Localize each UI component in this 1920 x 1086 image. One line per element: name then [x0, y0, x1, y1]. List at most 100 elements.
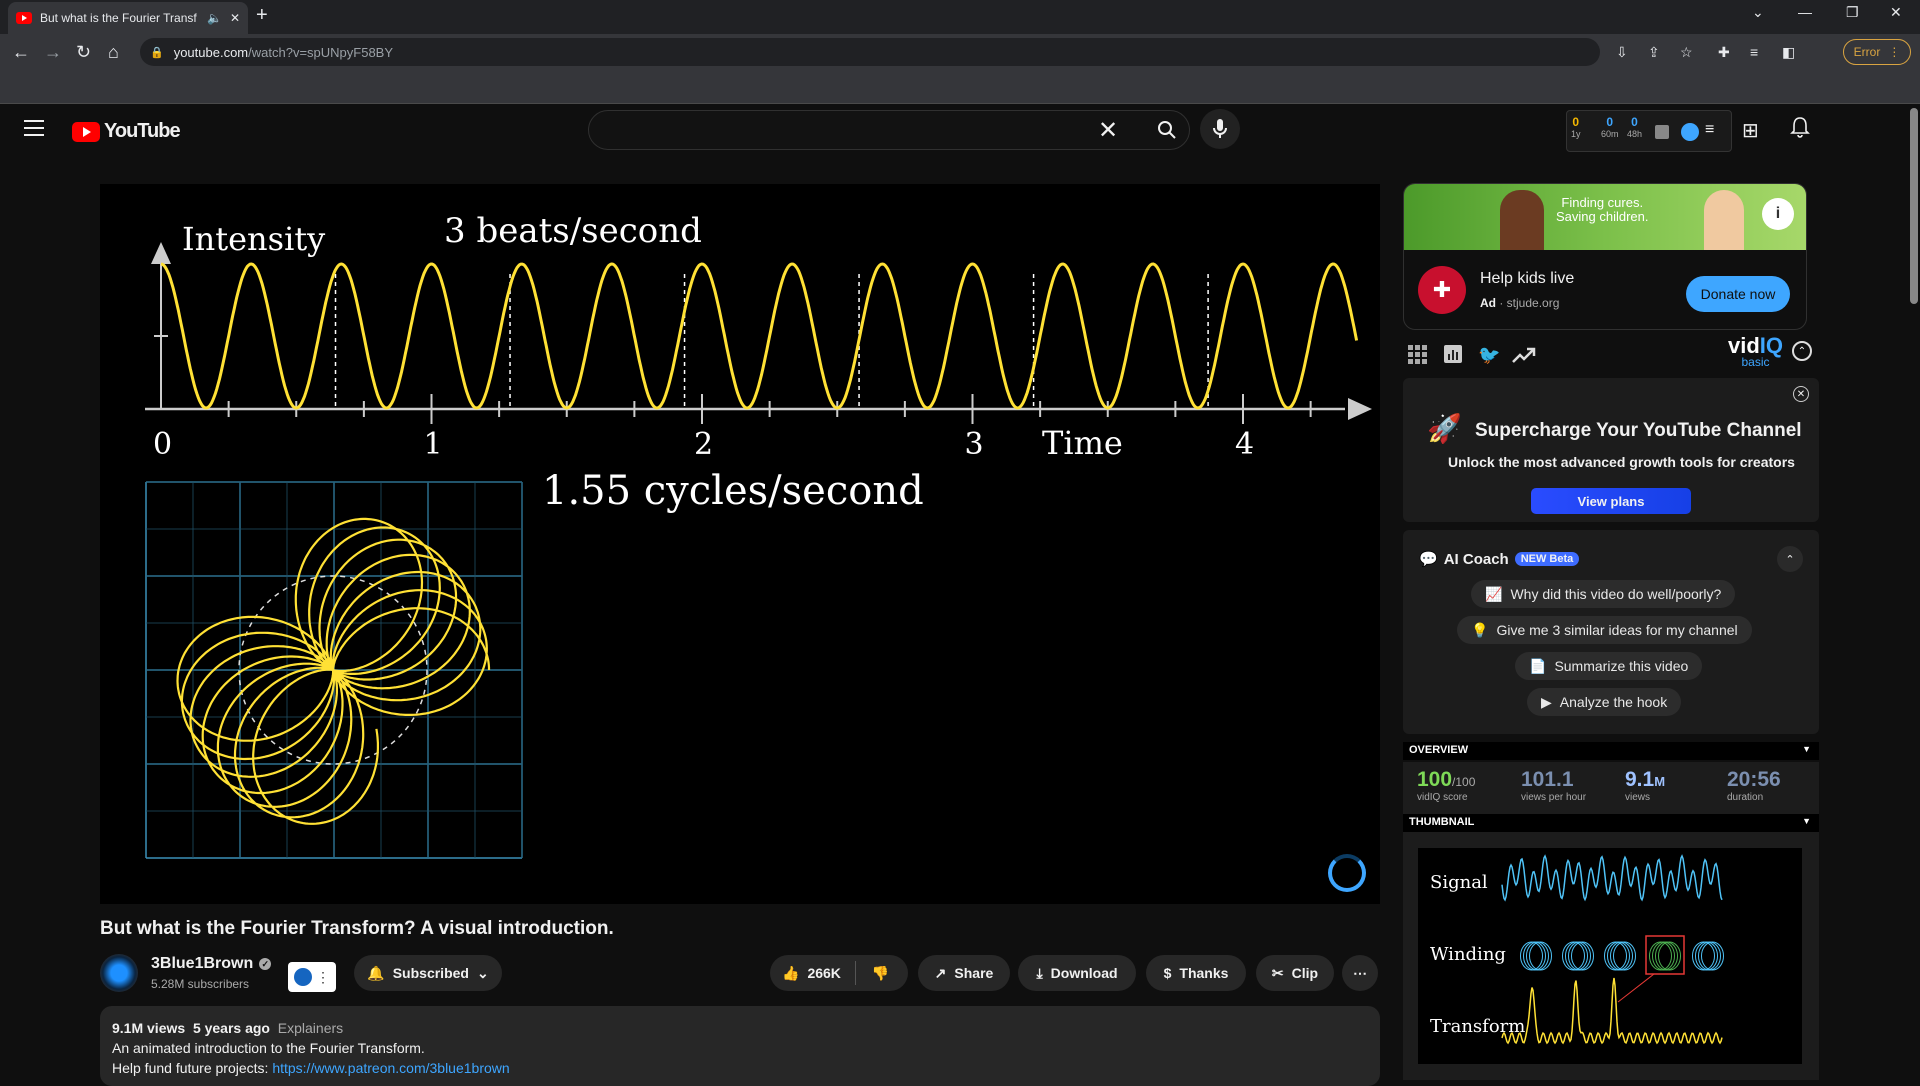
youtube-logo[interactable]: YouTube — [72, 120, 181, 143]
donate-now-button[interactable]: Donate now — [1686, 276, 1790, 312]
ai-coach-header: 💬 AI Coach NEW Beta — [1419, 550, 1580, 568]
category-tag[interactable]: Explainers — [278, 1020, 343, 1036]
voice-search-button[interactable] — [1200, 109, 1240, 149]
vidiq-logo[interactable]: vidIQ basic — [1728, 335, 1783, 370]
thumb-winding-icons — [1520, 941, 1724, 971]
browser-tab-bar — [0, 0, 1920, 34]
bookmark-star-icon[interactable]: ☆ — [1680, 44, 1693, 61]
more-actions-button[interactable]: ⋯ — [1342, 955, 1378, 991]
verified-icon: ✓ — [259, 958, 272, 970]
intensity-label: Intensity — [182, 220, 325, 258]
search-button[interactable] — [1142, 112, 1192, 148]
collapse-triangle-icon: ▼ — [1802, 816, 1811, 826]
install-icon[interactable]: ⇩ — [1616, 44, 1628, 61]
tab-search-icon[interactable]: ⌄ — [1752, 4, 1764, 21]
description-box[interactable]: 9.1M views 5 years ago Explainers An ani… — [100, 1006, 1380, 1086]
clip-button[interactable]: ✂ Clip — [1256, 955, 1334, 991]
new-tab-icon[interactable]: + — [256, 4, 268, 27]
tab-title: But what is the Fourier Transf — [40, 11, 197, 25]
forward-icon[interactable]: → — [44, 42, 62, 63]
restore-icon[interactable]: ❐ — [1846, 4, 1859, 21]
menu-icon[interactable] — [24, 120, 44, 136]
patreon-link[interactable]: https://www.patreon.com/3blue1brown — [272, 1060, 509, 1076]
thanks-button[interactable]: $ Thanks — [1146, 955, 1246, 991]
download-button[interactable]: ⤓ Download — [1018, 955, 1136, 991]
bell-icon: 🔔 — [367, 964, 385, 981]
video-player[interactable]: 0 1 2 3 4 Intensity 3 beats/second Time 1.55… — [100, 184, 1380, 904]
promo-subtitle: Unlock the most advanced growth tools fo… — [1448, 454, 1795, 470]
stat-48h: 0 48h — [1627, 115, 1643, 139]
dislike-button[interactable]: 👎 — [872, 965, 889, 982]
view-plans-button[interactable]: View plans — [1531, 488, 1691, 514]
document-icon: 📄 — [1529, 657, 1547, 674]
overview-header[interactable]: OVERVIEW ▼ — [1403, 742, 1819, 760]
collapse-triangle-icon: ▼ — [1802, 744, 1811, 754]
stjude-logo: ✚ — [1418, 266, 1466, 314]
ad-info-icon[interactable]: i — [1762, 198, 1794, 230]
media-queue-icon[interactable]: ≡ — [1750, 44, 1758, 60]
vidiq-channel-button[interactable]: ⋮ — [288, 962, 336, 992]
suggestion-similar-ideas[interactable]: 💡 Give me 3 similar ideas for my channel — [1457, 616, 1752, 644]
channel-name[interactable]: 3Blue1Brown ✓ — [151, 955, 272, 973]
ad-child-photo-1 — [1500, 190, 1544, 250]
signal-wave — [160, 262, 1359, 410]
collapse-vidiq-icon[interactable]: ⌃ — [1792, 341, 1812, 361]
video-thumbnail[interactable]: Signal Winding Transform — [1418, 848, 1802, 1064]
ad-title[interactable]: Help kids live — [1480, 270, 1574, 288]
side-panel-icon[interactable]: ◧ — [1782, 44, 1795, 61]
vidiq-icon[interactable] — [1681, 123, 1699, 141]
extensions-icon[interactable]: ✚ — [1718, 44, 1730, 61]
time-tick-label: 1 — [424, 427, 443, 462]
search-icon — [1158, 121, 1176, 139]
youtube-play-icon — [72, 121, 100, 142]
create-video-icon[interactable]: ⊞ — [1742, 118, 1759, 143]
thumbnail-header[interactable]: THUMBNAIL ▼ — [1403, 814, 1819, 832]
scrollbar-thumb[interactable] — [1910, 108, 1918, 304]
close-tab-icon[interactable]: ✕ — [230, 11, 240, 25]
close-promo-icon[interactable]: ✕ — [1793, 386, 1809, 402]
twitter-icon[interactable]: 🐦 — [1478, 345, 1500, 365]
back-icon[interactable]: ← — [12, 42, 30, 63]
speaker-icon[interactable]: 🔈 — [207, 11, 222, 25]
ad-banner[interactable]: Finding cures. Saving children. i — [1404, 184, 1806, 250]
video-icon: ▶ — [1541, 693, 1552, 710]
subscribed-button[interactable]: 🔔 Subscribed ⌄ — [354, 955, 502, 991]
download-label: Download — [1050, 965, 1118, 981]
share-button[interactable]: ↗ Share — [918, 955, 1010, 991]
sponsored-ad[interactable]: Finding cures. Saving children. i ✚ Help … — [1403, 183, 1807, 330]
profile-error-button[interactable]: Error ⋮ — [1843, 39, 1911, 65]
trending-icon[interactable] — [1512, 345, 1536, 365]
share-label: Share — [954, 965, 994, 981]
address-bar[interactable]: 🔒 youtube.com/watch?v=spUNpyF58BY — [140, 38, 1600, 66]
thumbs-down-icon: 👎 — [871, 964, 890, 981]
bar-chart-icon[interactable] — [1444, 345, 1466, 365]
youtube-favicon-icon — [16, 12, 32, 24]
menu-dots-icon[interactable]: ⋮ — [1888, 45, 1900, 59]
close-window-icon[interactable]: ✕ — [1890, 4, 1902, 21]
reload-icon[interactable]: ↻ — [76, 42, 91, 63]
share-icon: ↗ — [934, 964, 947, 981]
ad-child-photo-2 — [1704, 190, 1744, 250]
clear-search-icon[interactable]: ✕ — [1098, 116, 1118, 145]
list-icon[interactable]: ≡ — [1705, 121, 1714, 139]
upload-age: 5 years ago — [192, 1020, 270, 1036]
chart-icon[interactable] — [1655, 125, 1669, 139]
clip-label: Clip — [1291, 965, 1319, 981]
grid-apps-icon[interactable] — [1408, 345, 1430, 365]
browser-tab[interactable]: But what is the Fourier Transf 🔈 ✕ — [8, 2, 248, 34]
notifications-icon[interactable] — [1790, 116, 1810, 143]
logo-text: YouTube — [104, 120, 181, 142]
suggestion-why-performance[interactable]: 📈 Why did this video do well/poorly? — [1471, 580, 1736, 608]
like-count: 266K — [807, 965, 841, 981]
channel-avatar[interactable] — [100, 954, 138, 992]
suggestion-analyze-hook[interactable]: ▶ Analyze the hook — [1527, 688, 1682, 716]
minimize-icon[interactable]: — — [1798, 4, 1812, 20]
share-page-icon[interactable]: ⇪ — [1648, 44, 1660, 61]
home-icon[interactable]: ⌂ — [108, 42, 119, 63]
suggestion-summarize[interactable]: 📄 Summarize this video — [1515, 652, 1703, 680]
more-dots-icon: ⋮ — [316, 968, 330, 985]
like-button[interactable]: 👍 266K — [782, 965, 841, 982]
collapse-coach-icon[interactable]: ⌃ — [1777, 546, 1803, 572]
vidiq-stats-widget[interactable]: 0 1y 0 60m 0 48h ≡ — [1566, 110, 1732, 152]
line-chart-icon: 📈 — [1485, 585, 1503, 602]
